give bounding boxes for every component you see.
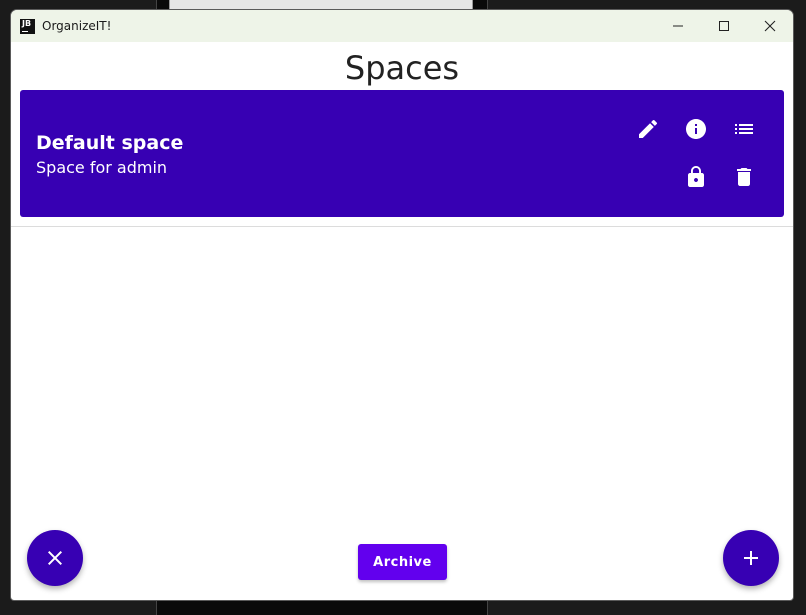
edit-icon [639, 119, 658, 138]
maximize-icon [719, 21, 729, 31]
page-title: Spaces [344, 49, 460, 87]
window-title: OrganizeIT! [42, 19, 112, 33]
edit-space-button[interactable] [636, 117, 660, 141]
space-name: Default space [36, 132, 184, 154]
info-space-button[interactable] [684, 117, 708, 141]
info-icon [686, 119, 706, 139]
app-icon: JB [20, 18, 35, 34]
delete-space-button[interactable] [732, 165, 756, 189]
add-icon [744, 551, 758, 565]
minimize-button[interactable] [655, 10, 701, 42]
space-card[interactable]: Default space Space for admin [20, 90, 784, 217]
archive-button[interactable]: Archive [358, 544, 447, 580]
lock-space-button[interactable] [684, 165, 708, 189]
lock-icon [688, 166, 704, 187]
window-controls [655, 10, 793, 42]
minimize-icon [673, 25, 683, 27]
close-icon [48, 551, 62, 565]
close-fab-button[interactable] [27, 530, 83, 586]
list-space-button[interactable] [732, 117, 756, 141]
app-icon-text: JB [22, 18, 32, 28]
close-window-button[interactable] [747, 10, 793, 42]
add-space-fab-button[interactable] [723, 530, 779, 586]
maximize-button[interactable] [701, 10, 747, 42]
close-window-icon [764, 20, 776, 32]
list-icon [735, 124, 753, 134]
title-bar[interactable]: JB OrganizeIT! [11, 10, 793, 42]
space-description: Space for admin [36, 158, 168, 177]
app-window: JB OrganizeIT! Spaces Default space Spac… [10, 9, 794, 601]
delete-icon [737, 168, 751, 186]
divider [11, 226, 793, 227]
